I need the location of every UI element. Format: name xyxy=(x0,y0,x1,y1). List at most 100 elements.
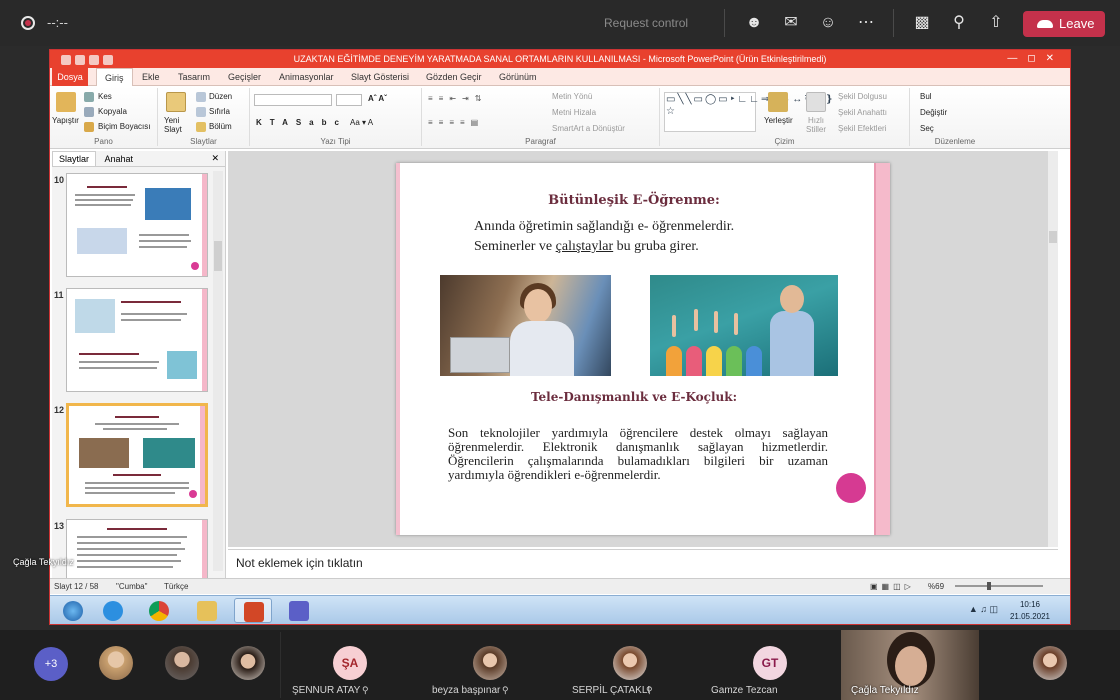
mic-off-icon[interactable]: ⚲ xyxy=(948,12,970,34)
new-slide-button[interactable]: Yeni Slayt xyxy=(164,116,194,134)
grow-font-icon[interactable]: Aˆ Aˇ xyxy=(368,94,387,103)
panel-scrollbar[interactable] xyxy=(213,171,223,571)
ie-taskbar-button[interactable] xyxy=(94,598,132,623)
reset-icon[interactable] xyxy=(196,107,206,117)
leave-button[interactable]: Leave xyxy=(1023,11,1105,37)
tab-transitions[interactable]: Geçişler xyxy=(228,68,261,86)
font-name-select[interactable] xyxy=(254,94,332,106)
align-text-button[interactable]: Metni Hizala xyxy=(552,108,596,117)
start-button[interactable] xyxy=(54,598,92,623)
font-size-select[interactable] xyxy=(336,94,362,106)
shape-outline-button[interactable]: Şekil Anahattı xyxy=(838,108,887,117)
participant-avatar[interactable] xyxy=(165,646,199,680)
replace-button[interactable]: Değiştir xyxy=(920,108,947,117)
presenter-name: Çağla Tekyıldız xyxy=(13,557,74,567)
participant-avatar[interactable] xyxy=(231,646,265,680)
status-bar: Slayt 12 / 58 "Cumba" Türkçe ▣▦◫▷ %69 xyxy=(50,578,1070,594)
explorer-taskbar-button[interactable] xyxy=(188,598,226,623)
arrange-icon[interactable] xyxy=(768,92,788,112)
tab-outline[interactable]: Anahat xyxy=(99,152,140,166)
copy-button[interactable]: Kopyala xyxy=(98,107,127,116)
layout-icon[interactable] xyxy=(196,92,206,102)
window-controls[interactable]: —◻✕ xyxy=(1007,50,1064,68)
zoom-level[interactable]: %69 xyxy=(928,582,944,591)
system-tray[interactable]: ▲ ♫ ◫ xyxy=(969,604,998,615)
recording-icon xyxy=(21,16,35,30)
camera-off-icon[interactable]: ▩ xyxy=(911,12,933,34)
language[interactable]: Türkçe xyxy=(164,582,188,591)
new-slide-icon[interactable] xyxy=(166,92,186,112)
chrome-taskbar-button[interactable] xyxy=(140,598,178,623)
format-painter-icon[interactable] xyxy=(84,122,94,132)
view-buttons[interactable]: ▣▦◫▷ xyxy=(870,582,915,591)
quick-styles-button[interactable]: Hızlı Stiller xyxy=(800,116,832,134)
align-buttons[interactable]: ≡≡≡≡▤ xyxy=(428,118,484,127)
powerpoint-taskbar-button[interactable] xyxy=(234,598,272,623)
paste-icon[interactable] xyxy=(56,92,76,112)
copy-icon[interactable] xyxy=(84,107,94,117)
slide-number: 12 xyxy=(54,405,65,415)
participant-avatar[interactable] xyxy=(99,646,133,680)
shapes-gallery[interactable]: ▭╲╲▭◯▭‣∟∟⇒⇧⇩↔↻❴❵☆ xyxy=(664,92,833,132)
participant-avatar[interactable] xyxy=(1033,646,1067,680)
slides-panel: Slaytlar Anahat ✕ 10 11 12 13 xyxy=(52,151,226,579)
zoom-slider[interactable] xyxy=(955,582,1043,590)
tab-file[interactable]: Dosya xyxy=(52,68,88,86)
participants-icon[interactable]: ☻ xyxy=(743,12,765,34)
taskbar-clock[interactable]: 10:16 21.05.2021 xyxy=(1010,599,1050,623)
section-button[interactable]: Bölüm xyxy=(209,122,232,131)
canvas-scrollbar[interactable] xyxy=(1048,151,1058,547)
student-laptop-photo xyxy=(440,275,611,376)
section-icon[interactable] xyxy=(196,122,206,132)
more-participants-button[interactable]: +3 xyxy=(34,647,68,681)
tab-animations[interactable]: Animasyonlar xyxy=(279,68,334,86)
ribbon: Yapıştır Kes Kopyala Biçim Boyacısı Pano… xyxy=(50,86,1070,149)
tab-slideshow[interactable]: Slayt Gösterisi xyxy=(351,68,409,86)
list-buttons[interactable]: ≡≡⇤⇥⇅ xyxy=(428,94,487,103)
participant-avatar[interactable] xyxy=(613,646,647,680)
tab-slides[interactable]: Slaytlar xyxy=(52,151,97,166)
participant-avatar[interactable] xyxy=(473,646,507,680)
tab-review[interactable]: Gözden Geçir xyxy=(426,68,482,86)
paste-button[interactable]: Yapıştır xyxy=(52,116,79,125)
share-tray-icon[interactable]: ⇧ xyxy=(985,12,1007,34)
more-actions-icon[interactable]: ⋯ xyxy=(855,12,877,34)
smartart-button[interactable]: SmartArt a Dönüştür xyxy=(552,124,625,133)
participant-name: Gamze Tezcan xyxy=(711,685,778,696)
format-painter-button[interactable]: Biçim Boyacısı xyxy=(98,122,150,131)
quick-styles-icon[interactable] xyxy=(806,92,826,112)
cut-button[interactable]: Kes xyxy=(98,92,112,101)
tab-design[interactable]: Tasarım xyxy=(178,68,210,86)
text-direction-button[interactable]: Metin Yönü xyxy=(552,92,592,101)
shape-fill-button[interactable]: Şekil Dolgusu xyxy=(838,92,887,101)
slide-thumbnail[interactable] xyxy=(66,519,208,579)
reset-button[interactable]: Sıfırla xyxy=(209,107,230,116)
group-label: Pano xyxy=(94,137,113,146)
participant-avatar-initials[interactable]: GT xyxy=(753,646,787,680)
close-panel-icon[interactable]: ✕ xyxy=(205,151,225,166)
quick-access-toolbar[interactable] xyxy=(54,53,124,65)
layout-button[interactable]: Düzen xyxy=(209,92,232,101)
tab-view[interactable]: Görünüm xyxy=(499,68,537,86)
participant-avatar-initials[interactable]: ŞA xyxy=(333,646,367,680)
teams-taskbar-button[interactable] xyxy=(280,598,318,623)
notes-pane[interactable]: Not eklemek için tıklatın xyxy=(228,549,1058,577)
chat-icon[interactable]: ✉ xyxy=(780,12,802,34)
tab-home[interactable]: Giriş xyxy=(96,68,133,86)
reactions-icon[interactable]: ☺ xyxy=(817,12,839,34)
paragraph-group: ≡≡⇤⇥⇅ ≡≡≡≡▤ Metin Yönü Metni Hizala Smar… xyxy=(422,88,660,146)
select-button[interactable]: Seç xyxy=(920,124,934,133)
mic-muted-icon: ⚲ xyxy=(646,685,653,695)
font-color-icon[interactable]: Aa ▾ A xyxy=(350,118,373,127)
current-slide[interactable]: Bütünleşik E-Öğrenme: Anında öğretimin s… xyxy=(396,163,890,535)
slide-thumbnail-selected[interactable] xyxy=(66,403,208,507)
slide-thumbnail[interactable] xyxy=(66,288,208,392)
tab-insert[interactable]: Ekle xyxy=(142,68,160,86)
slide-thumbnail[interactable] xyxy=(66,173,208,277)
find-button[interactable]: Bul xyxy=(920,92,932,101)
request-control-button[interactable]: Request control xyxy=(604,16,688,30)
shape-effects-button[interactable]: Şekil Efektleri xyxy=(838,124,886,133)
font-style-buttons[interactable]: KTASabc xyxy=(256,118,347,127)
arrange-button[interactable]: Yerleştir xyxy=(764,116,793,125)
cut-icon[interactable] xyxy=(84,92,94,102)
